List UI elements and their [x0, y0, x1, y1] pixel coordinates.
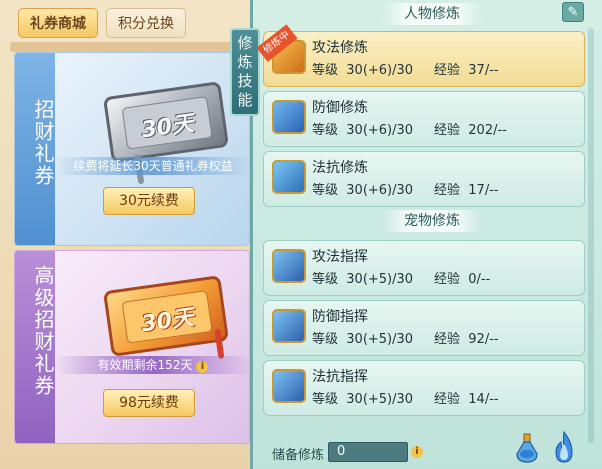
reserve-field[interactable]: 0: [328, 442, 408, 462]
vtab-char: 技: [237, 72, 253, 90]
renew-98-button[interactable]: 98元续费: [103, 389, 195, 417]
cultivation-row[interactable]: 攻法指挥 等级 30(+5)/30 经验 0/--: [263, 240, 585, 296]
row-title: 法抗指挥: [312, 369, 368, 385]
tab-points-exchange[interactable]: 积分兑换: [106, 8, 186, 38]
row-title: 防御修炼: [312, 100, 368, 116]
info-icon[interactable]: i: [411, 446, 423, 458]
expiry-note: 有效期剩余152天 i: [55, 356, 249, 374]
info-icon[interactable]: i: [196, 361, 209, 373]
coupon-card-premium: 高级招财礼券 30天 有效期剩余152天 i 98元续费: [14, 250, 250, 444]
cultivation-row[interactable]: 防御修炼 等级 30(+6)/30 经验 202/--: [263, 91, 585, 147]
vtab-char: 炼: [237, 53, 253, 71]
renewal-note: 续费将延长30天普通礼券权益: [55, 157, 249, 175]
cultivation-row[interactable]: 防御指挥 等级 30(+5)/30 经验 92/--: [263, 300, 585, 356]
section-header-pet: 宠物修炼: [262, 210, 602, 232]
tab-coupon-shop[interactable]: 礼券商城: [18, 8, 98, 38]
tab-cultivation-skills[interactable]: 修 炼 技 能: [230, 28, 260, 116]
row-title: 法抗修炼: [312, 160, 368, 176]
reserve-label: 储备修炼: [272, 448, 325, 463]
paw-magic-icon: [272, 369, 306, 403]
cultivation-row[interactable]: 修炼中 攻法修炼 等级 30(+6)/30 经验 37/--: [256, 24, 585, 87]
flame-icon[interactable]: [552, 430, 576, 464]
card-ribbon: 高级招财礼券: [15, 251, 55, 443]
tassel-icon: [214, 328, 225, 360]
section-header-character: 人物修炼: [262, 3, 602, 25]
ribbon-title: 招财礼券: [31, 99, 55, 187]
row-title: 防御指挥: [312, 309, 368, 325]
silver-ticket-icon: 30天: [102, 81, 230, 185]
row-stats: 等级 30(+5)/30 经验 0/--: [312, 272, 491, 287]
scrollbar[interactable]: [588, 28, 594, 443]
row-stats: 等级 30(+6)/30 经验 37/--: [312, 63, 499, 78]
ticket-label: 30天: [139, 305, 196, 338]
row-stats: 等级 30(+5)/30 经验 14/--: [312, 392, 499, 407]
row-title: 攻法修炼: [312, 40, 368, 56]
paw-shield-icon: [272, 309, 306, 343]
row-stats: 等级 30(+6)/30 经验 17/--: [312, 183, 499, 198]
ribbon-title: 高级招财礼券: [31, 265, 55, 397]
cultivation-row[interactable]: 法抗修炼 等级 30(+6)/30 经验 17/--: [263, 151, 585, 207]
vtab-char: 修: [237, 34, 253, 52]
yinyang-icon: [272, 160, 306, 194]
row-stats: 等级 30(+5)/30 经验 92/--: [312, 332, 499, 347]
section-title: 宠物修炼: [382, 210, 482, 232]
renew-30-button[interactable]: 30元续费: [103, 187, 195, 215]
cultivation-row[interactable]: 法抗指挥 等级 30(+5)/30 经验 14/--: [263, 360, 585, 416]
expiry-text: 有效期剩余152天: [97, 358, 193, 372]
coupon-card-basic: 招财礼券 30天 续费将延长30天普通礼券权益 30元续费: [14, 52, 250, 246]
card-ribbon: 招财礼券: [15, 53, 55, 245]
vtab-char: 能: [237, 91, 253, 109]
potion-icon[interactable]: [514, 432, 540, 464]
row-title: 攻法指挥: [312, 249, 368, 265]
shield-icon: [272, 100, 306, 134]
header-divider: [10, 42, 250, 52]
section-title: 人物修炼: [382, 3, 482, 25]
ticket-label: 30天: [139, 111, 196, 144]
edit-icon[interactable]: ✎: [562, 2, 584, 22]
row-stats: 等级 30(+6)/30 经验 202/--: [312, 123, 507, 138]
paw-attack-icon: [272, 249, 306, 283]
gold-ticket-icon: 30天: [102, 275, 230, 360]
